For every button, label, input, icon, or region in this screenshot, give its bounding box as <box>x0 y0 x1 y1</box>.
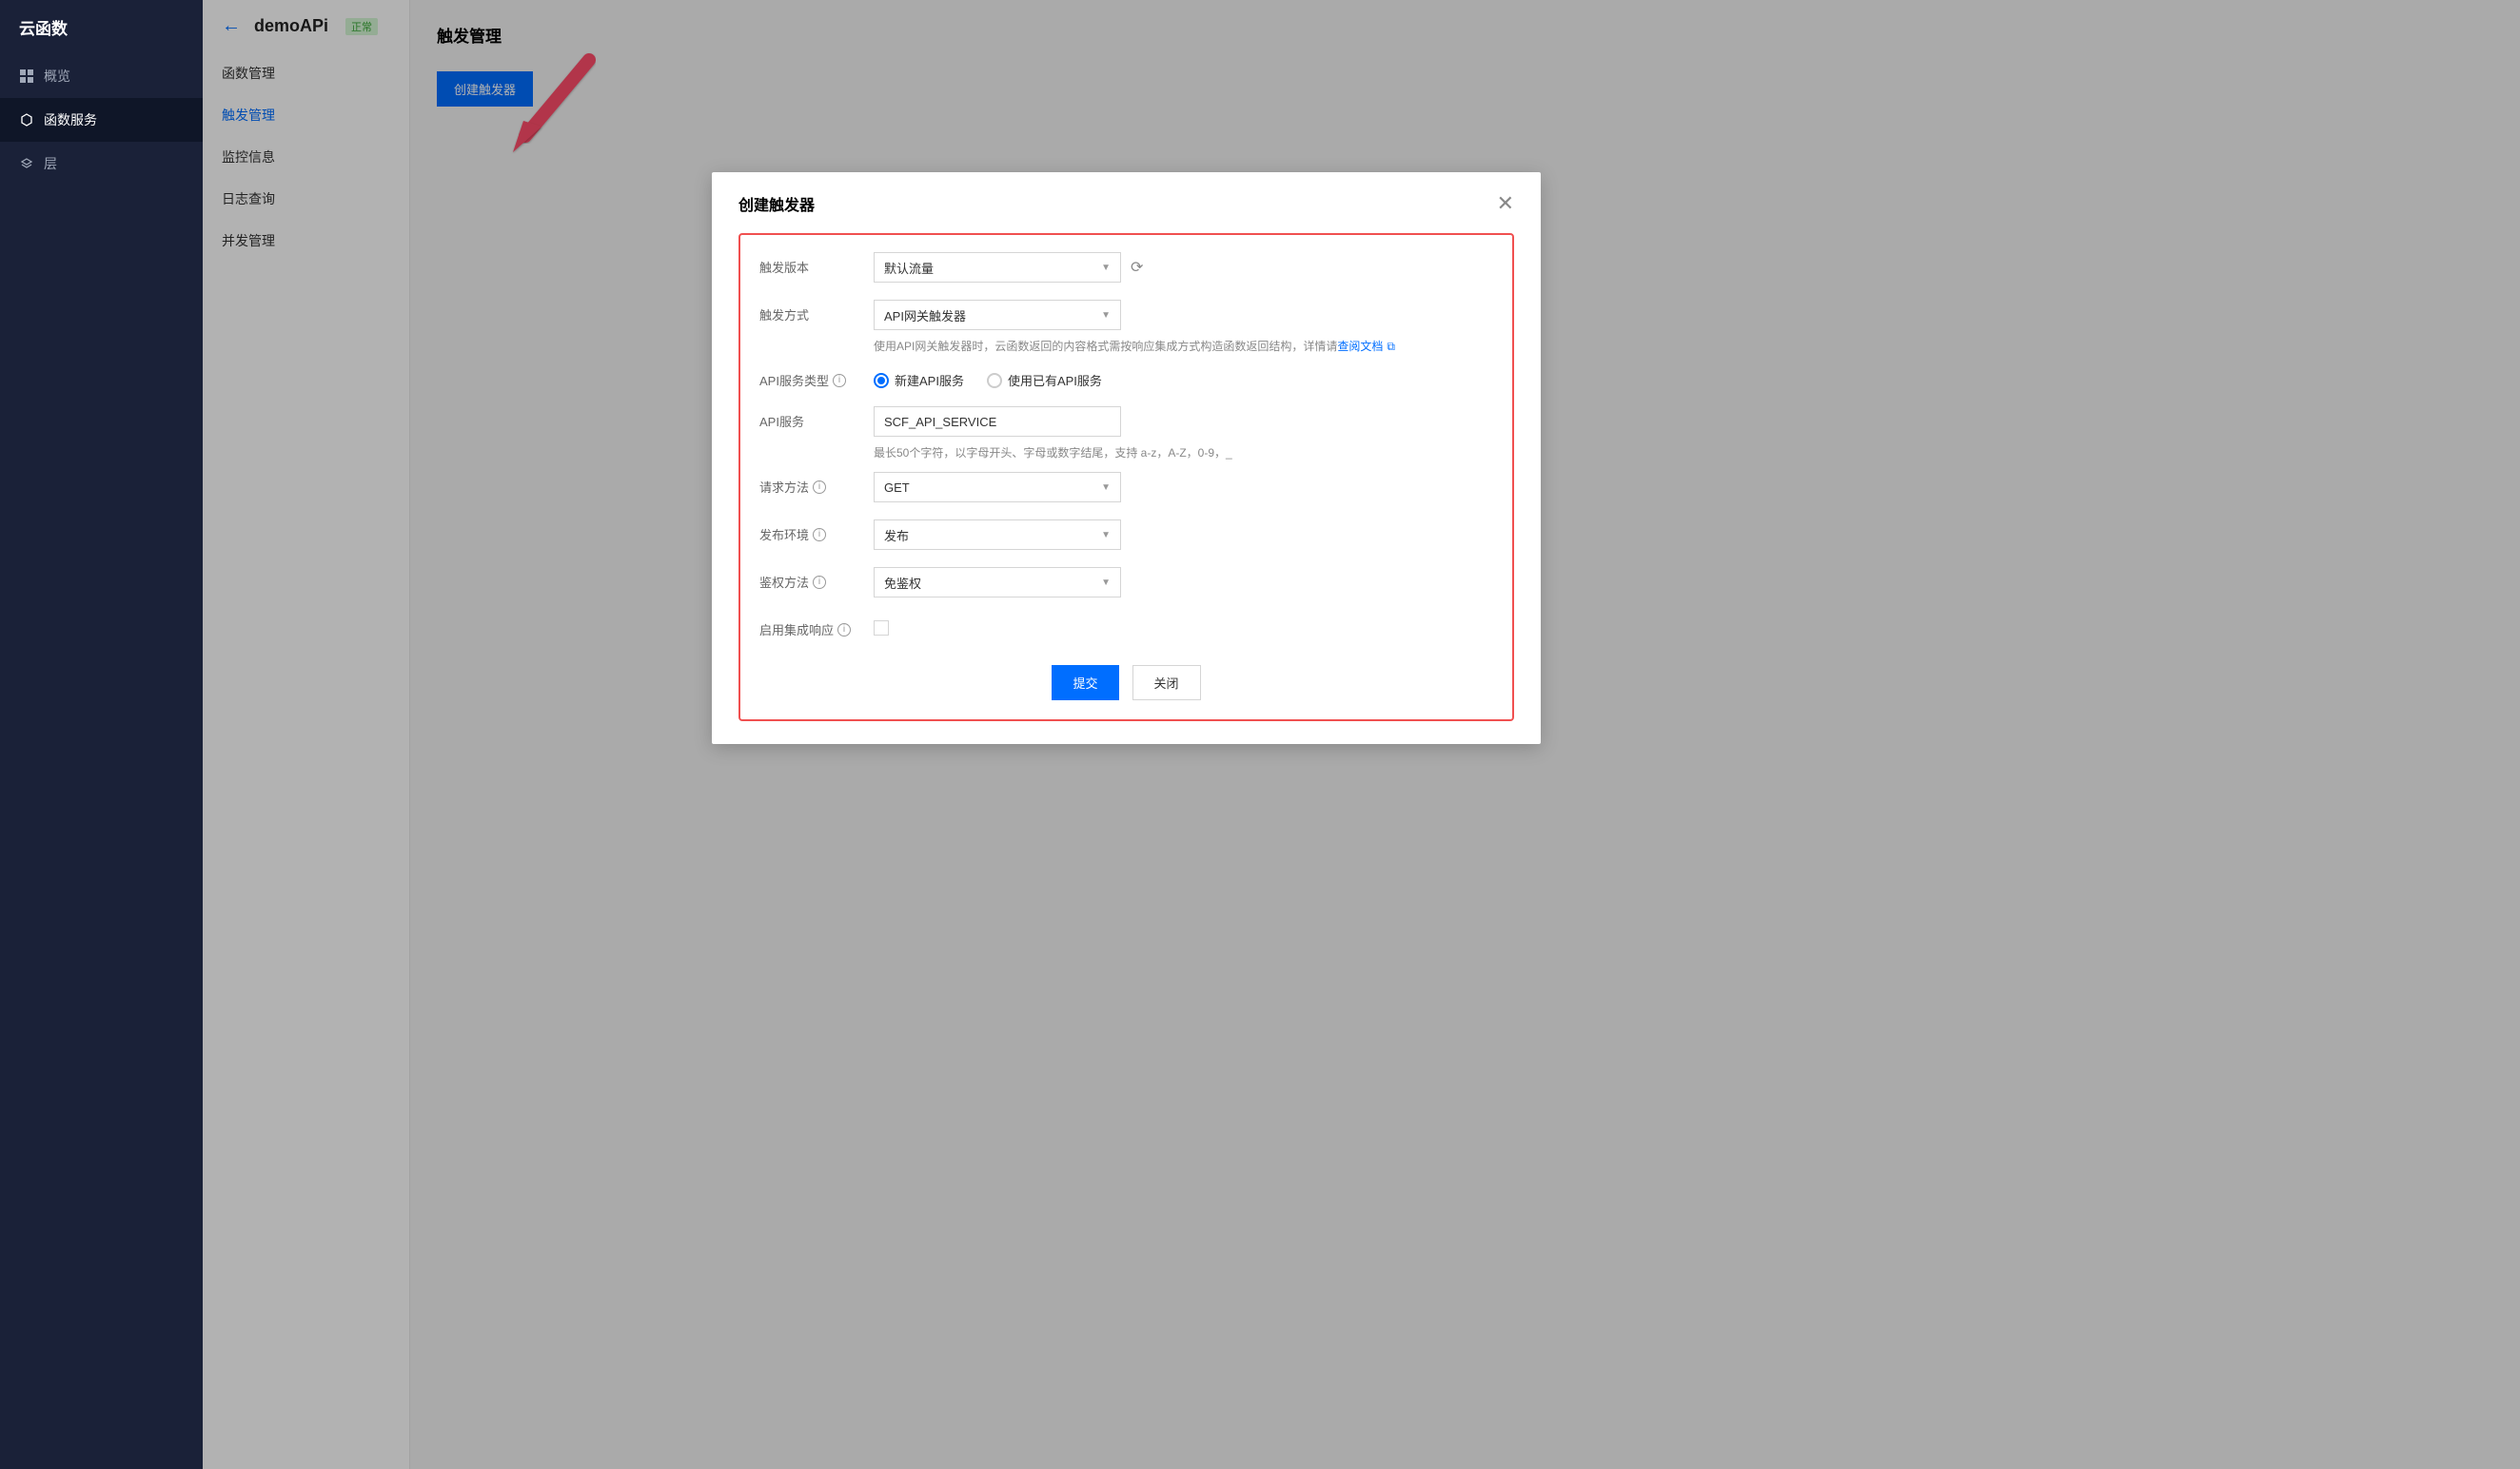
chevron-down-icon: ▼ <box>1101 310 1111 321</box>
help-api-service: 最长50个字符，以字母开头、字母或数字结尾，支持 a-z，A-Z，0-9，_ <box>874 444 1493 462</box>
grid-icon <box>19 69 34 84</box>
select-trigger-version[interactable]: 默认流量 ▼ <box>874 252 1121 283</box>
main-area: ← demoAPi 正常 函数管理 触发管理 监控信息 日志查询 并发管理 触发… <box>203 0 2520 1469</box>
sidebar-title: 云函数 <box>0 0 203 54</box>
help-trigger-method: 使用API网关触发器时，云函数返回的内容格式需按响应集成方式构造函数返回结构，详… <box>874 338 1493 356</box>
external-link-icon: ⧉ <box>1387 340 1395 353</box>
info-icon[interactable]: i <box>813 576 826 589</box>
label-integrated-response: 启用集成响应 i <box>759 615 874 638</box>
sidebar-item-label: 层 <box>44 154 57 173</box>
form-highlight-box: 触发版本 默认流量 ▼ ⟳ 触发方式 <box>738 233 1514 721</box>
create-trigger-modal: 创建触发器 ✕ 触发版本 默认流量 ▼ ⟳ <box>712 172 1541 744</box>
sidebar-item-function-service[interactable]: 函数服务 <box>0 98 203 142</box>
modal-title: 创建触发器 <box>738 192 815 215</box>
sidebar-item-label: 概览 <box>44 67 70 86</box>
sidebar: 云函数 概览 函数服务 层 <box>0 0 203 1469</box>
label-api-service-type: API服务类型 i <box>759 365 874 389</box>
info-icon[interactable]: i <box>813 480 826 494</box>
radio-checked-icon <box>874 373 889 388</box>
select-trigger-method[interactable]: API网关触发器 ▼ <box>874 300 1121 330</box>
select-publish-env[interactable]: 发布 ▼ <box>874 519 1121 550</box>
submit-button[interactable]: 提交 <box>1052 665 1118 700</box>
info-icon[interactable]: i <box>833 374 846 387</box>
select-auth-method[interactable]: 免鉴权 ▼ <box>874 567 1121 597</box>
close-icon[interactable]: ✕ <box>1497 191 1514 216</box>
label-trigger-version: 触发版本 <box>759 252 874 276</box>
label-trigger-method: 触发方式 <box>759 300 874 323</box>
sidebar-item-layers[interactable]: 层 <box>0 142 203 186</box>
chevron-down-icon: ▼ <box>1101 530 1111 540</box>
chevron-down-icon: ▼ <box>1101 263 1111 273</box>
hexagon-icon <box>19 112 34 127</box>
cancel-button[interactable]: 关闭 <box>1132 665 1201 700</box>
info-icon[interactable]: i <box>813 528 826 541</box>
checkbox-integrated-response[interactable] <box>874 620 889 636</box>
label-auth-method: 鉴权方法 i <box>759 567 874 591</box>
radio-new-api-service[interactable]: 新建API服务 <box>874 371 964 389</box>
radio-unchecked-icon <box>987 373 1002 388</box>
info-icon[interactable]: i <box>837 623 851 637</box>
sidebar-item-label: 函数服务 <box>44 110 97 129</box>
select-request-method[interactable]: GET ▼ <box>874 472 1121 502</box>
radio-existing-api-service[interactable]: 使用已有API服务 <box>987 371 1102 389</box>
chevron-down-icon: ▼ <box>1101 578 1111 588</box>
sidebar-item-overview[interactable]: 概览 <box>0 54 203 98</box>
label-request-method: 请求方法 i <box>759 472 874 496</box>
label-publish-env: 发布环境 i <box>759 519 874 543</box>
chevron-down-icon: ▼ <box>1101 482 1111 493</box>
layers-icon <box>19 156 34 171</box>
refresh-icon[interactable]: ⟳ <box>1131 258 1143 277</box>
label-api-service: API服务 <box>759 406 874 430</box>
input-api-service[interactable] <box>874 406 1121 437</box>
doc-link[interactable]: 查阅文档 <box>1337 340 1383 353</box>
